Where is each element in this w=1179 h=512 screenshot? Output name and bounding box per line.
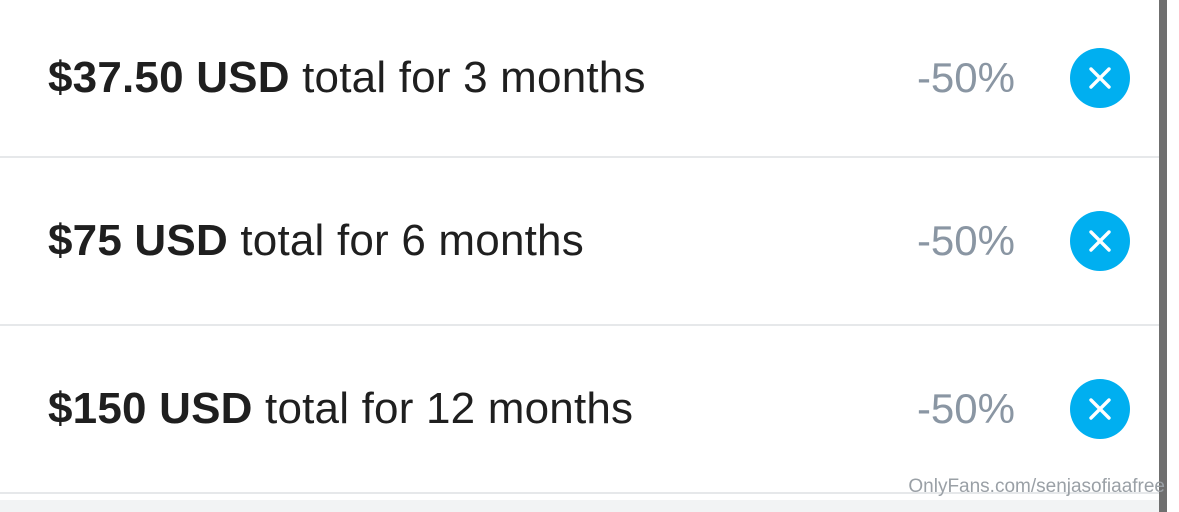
bundle-price: $37.50 USD: [48, 53, 290, 102]
remove-bundle-button[interactable]: [1070, 48, 1130, 108]
bundle-price: $150 USD: [48, 384, 253, 433]
bundle-description: total for 12 months: [252, 384, 634, 433]
bundle-row-6-months: $75 USD total for 6 months -50%: [0, 158, 1160, 326]
bundle-discount: -50%: [916, 217, 1015, 264]
bundle-discount: -50%: [916, 54, 1015, 101]
watermark-text: OnlyFans.com/senjasofiaafree: [908, 476, 1165, 497]
bundle-text: $75 USD total for 6 months: [48, 216, 584, 266]
close-icon: [1089, 230, 1111, 252]
scrollbar[interactable]: [1159, 0, 1167, 512]
bundle-price: $75 USD: [48, 216, 228, 265]
remove-bundle-button[interactable]: [1070, 211, 1130, 271]
bundle-text: $37.50 USD total for 3 months: [48, 53, 646, 103]
remove-bundle-button[interactable]: [1070, 379, 1130, 439]
bundle-list: $37.50 USD total for 3 months -50% $75 U…: [0, 0, 1160, 494]
footer-strip: [0, 500, 1160, 512]
close-icon: [1089, 67, 1111, 89]
bundle-discount: -50%: [916, 385, 1015, 432]
bundle-description: total for 6 months: [227, 216, 584, 265]
bundle-text: $150 USD total for 12 months: [48, 384, 633, 434]
close-icon: [1089, 398, 1111, 420]
bundle-description: total for 3 months: [289, 53, 646, 102]
bundle-row-12-months: $150 USD total for 12 months -50%: [0, 326, 1160, 494]
bundle-row-3-months: $37.50 USD total for 3 months -50%: [0, 0, 1160, 158]
subscription-bundles-screen: $37.50 USD total for 3 months -50% $75 U…: [0, 0, 1179, 512]
